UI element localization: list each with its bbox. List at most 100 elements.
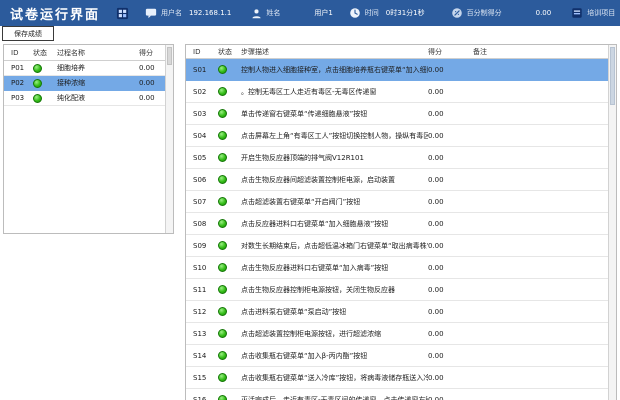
status-ok-icon xyxy=(218,65,227,74)
step-description: 点击超滤装置右键菜单“开启阀门”按钮 xyxy=(241,197,361,206)
row-id: P01 xyxy=(11,64,25,72)
step-table-row[interactable]: S16 灭活完成后，走近有毒区-无毒区间的传递窗，点击传递窗右键菜单“传递疫苗液… xyxy=(186,389,616,400)
status-ok-icon xyxy=(218,373,227,382)
process-rows: P01 细胞培养 0.00 P02 接种浓缩 0.00 P03 纯化配液 0.0… xyxy=(4,61,173,106)
col-remark: 备注 xyxy=(473,47,487,56)
status-ok-icon xyxy=(218,263,227,272)
row-score: 0.00 xyxy=(428,285,444,294)
process-scrollbar[interactable] xyxy=(165,45,173,233)
step-table-row[interactable]: S06 点击生物反应器间超滤装置控制柜电源，启动装置 0.00 xyxy=(186,169,616,191)
step-table-panel: ID 状态 步骤描述 得分 备注 S01 控制人物进入细胞接种室，点击细胞培养瓶… xyxy=(185,44,617,400)
row-id: S12 xyxy=(193,307,207,316)
row-id: S16 xyxy=(193,395,207,400)
person-icon xyxy=(251,8,262,19)
row-score: 0.00 xyxy=(428,219,444,228)
process-table-header: ID 状态 过程名称 得分 xyxy=(4,45,173,61)
step-table-row[interactable]: S08 点击反应器进料口右键菜单“加入细胞悬液”按钮 0.00 xyxy=(186,213,616,235)
row-id: P03 xyxy=(11,94,25,102)
row-score: 0.00 xyxy=(428,329,444,338)
step-description: 点击反应器进料口右键菜单“加入细胞悬液”按钮 xyxy=(241,219,389,228)
row-id: S10 xyxy=(193,263,207,272)
scrollbar-thumb[interactable] xyxy=(610,47,615,105)
app-grid-icon xyxy=(116,7,129,20)
step-table-row[interactable]: S10 点击生物反应器进料口右键菜单“加入病毒”按钮 0.00 xyxy=(186,257,616,279)
row-score: 0.00 xyxy=(428,373,444,382)
step-description: 。控制无毒区工人走近有毒区-无毒区传递窗 xyxy=(241,87,377,96)
row-id: S13 xyxy=(193,329,207,338)
status-ok-icon xyxy=(218,131,227,140)
step-description: 点击收集瓶右键菜单“送入冷库”按钮，将病毒液储存瓶送入冷库 xyxy=(241,373,428,382)
step-table-row[interactable]: S02 。控制无毒区工人走近有毒区-无毒区传递窗 0.00 xyxy=(186,81,616,103)
clock-icon xyxy=(349,7,361,19)
step-description: 对数生长期结束后，点击超低温冰箱门右键菜单“取出病毒株”按钮 xyxy=(241,241,428,250)
row-id: S02 xyxy=(193,87,207,96)
step-table-row[interactable]: S14 点击收集瓶右键菜单“加入β-丙内酯”按钮 0.00 xyxy=(186,345,616,367)
scrollbar-thumb[interactable] xyxy=(167,47,172,65)
step-description: 点击进料泵右键菜单“泵启动”按钮 xyxy=(241,307,347,316)
step-table-row[interactable]: S01 控制人物进入细胞接种室，点击细胞培养瓶右键菜单“加入细胞消化液”按钮 0… xyxy=(186,59,616,81)
project-group: 培训项目 狂犬疫苗生产 xyxy=(571,7,620,19)
step-table-row[interactable]: S03 单击传递窗右键菜单“传递细胞悬液”按钮 0.00 xyxy=(186,103,616,125)
row-id: S14 xyxy=(193,351,207,360)
step-table-header: ID 状态 步骤描述 得分 备注 xyxy=(186,45,616,59)
step-scrollbar[interactable] xyxy=(608,45,616,400)
step-table-row[interactable]: S07 点击超滤装置右键菜单“开启阀门”按钮 0.00 xyxy=(186,191,616,213)
process-table-row[interactable]: P03 纯化配液 0.00 xyxy=(4,91,173,106)
row-id: S09 xyxy=(193,241,207,250)
row-score: 0.00 xyxy=(428,307,444,316)
row-id: S01 xyxy=(193,65,207,74)
process-table-row[interactable]: P01 细胞培养 0.00 xyxy=(4,61,173,76)
col-process-name: 过程名称 xyxy=(57,48,85,57)
exam-run-window: 试卷运行界面 用户名 192.168.1.1 姓名 用户1 时间 0时31分1秒 xyxy=(0,0,620,400)
score-label: 百分制得分 xyxy=(466,9,502,17)
status-ok-icon xyxy=(218,395,227,400)
row-score: 0.00 xyxy=(428,351,444,360)
row-score: 0.00 xyxy=(428,153,444,162)
status-ok-icon xyxy=(218,197,227,206)
process-name: 细胞培养 xyxy=(57,64,85,72)
status-ok-icon xyxy=(218,153,227,162)
chat-icon xyxy=(145,7,157,19)
row-id: S05 xyxy=(193,153,207,162)
step-table-row[interactable]: S15 点击收集瓶右键菜单“送入冷库”按钮，将病毒液储存瓶送入冷库 0.00 xyxy=(186,367,616,389)
col-step-desc: 步骤描述 xyxy=(241,47,269,56)
status-ok-icon xyxy=(218,241,227,250)
status-ok-icon xyxy=(33,63,42,73)
step-description: 点击超滤装置控制柜电源按钮，进行超滤浓缩 xyxy=(241,329,381,338)
row-score: 0.00 xyxy=(428,131,444,140)
row-id: S07 xyxy=(193,197,207,206)
step-table-row[interactable]: S04 点击屏幕左上角“有毒区工人”按钮切换控制人物，操纵有毒区工人走进反应器间… xyxy=(186,125,616,147)
step-rows: S01 控制人物进入细胞接种室，点击细胞培养瓶右键菜单“加入细胞消化液”按钮 0… xyxy=(186,59,616,400)
col-id: ID xyxy=(193,47,201,56)
row-id: S11 xyxy=(193,285,207,294)
step-description: 控制人物进入细胞接种室，点击细胞培养瓶右键菜单“加入细胞消化液”按钮 xyxy=(241,65,428,74)
row-score: 0.00 xyxy=(428,109,444,118)
step-table-row[interactable]: S05 开启生物反应器顶端的排气阀V12R101 0.00 xyxy=(186,147,616,169)
row-score: 0.00 xyxy=(428,87,444,96)
step-table-row[interactable]: S12 点击进料泵右键菜单“泵启动”按钮 0.00 xyxy=(186,301,616,323)
name-value: 用户1 xyxy=(314,9,333,17)
status-ok-icon xyxy=(218,329,227,338)
name-label: 姓名 xyxy=(266,9,281,17)
step-table-row[interactable]: S09 对数生长期结束后，点击超低温冰箱门右键菜单“取出病毒株”按钮 0.00 xyxy=(186,235,616,257)
status-ok-icon xyxy=(218,219,227,228)
step-table-row[interactable]: S13 点击超滤装置控制柜电源按钮，进行超滤浓缩 0.00 xyxy=(186,323,616,345)
score-value: 0.00 xyxy=(535,9,552,17)
col-score: 得分 xyxy=(428,47,442,56)
status-ok-icon xyxy=(218,109,227,118)
project-icon xyxy=(571,7,583,19)
status-ok-icon xyxy=(33,78,42,88)
step-description: 点击屏幕左上角“有毒区工人”按钮切换控制人物，操纵有毒区工人走进反应器间 xyxy=(241,131,428,140)
row-id: S04 xyxy=(193,131,207,140)
project-label: 培训项目 xyxy=(587,9,616,17)
process-table-panel: ID 状态 过程名称 得分 P01 细胞培养 0.00 P02 接种浓缩 0.0… xyxy=(3,44,174,234)
process-table-row[interactable]: P02 接种浓缩 0.00 xyxy=(4,76,173,91)
col-status: 状态 xyxy=(218,47,232,56)
page-title: 试卷运行界面 xyxy=(10,7,101,23)
col-id: ID xyxy=(11,48,19,57)
row-score: 0.00 xyxy=(428,175,444,184)
step-table-row[interactable]: S11 点击生物反应器控制柜电源按钮，关闭生物反应器 0.00 xyxy=(186,279,616,301)
score-group: 百分制得分 0.00 xyxy=(451,7,552,19)
status-ok-icon xyxy=(218,87,227,96)
save-score-button[interactable]: 保存成绩 xyxy=(2,26,54,41)
